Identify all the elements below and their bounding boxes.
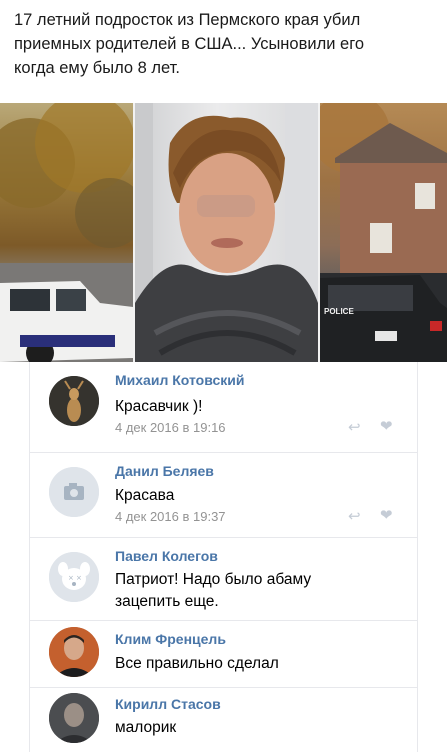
photo-portrait[interactable] [135, 103, 318, 362]
comment-text: Красава [115, 487, 175, 504]
man-photo-dark-avatar[interactable] [49, 693, 99, 743]
comment: Данил Беляев Красава 4 дек 2016 в 19:37 … [30, 453, 417, 537]
reply-icon[interactable]: ↩ [348, 418, 361, 436]
like-heart-icon[interactable]: ❤ [380, 417, 393, 435]
svg-text:×: × [76, 574, 82, 582]
comment-author[interactable]: Клим Френцель [115, 631, 226, 647]
dog-placeholder-icon[interactable]: × × [49, 552, 99, 602]
like-heart-icon[interactable]: ❤ [380, 506, 393, 524]
comment-text: малорик [115, 719, 177, 736]
camera-placeholder-icon[interactable] [49, 467, 99, 517]
post-text: 17 летний подросток из Пермского края уб… [14, 11, 365, 77]
comment: Клим Френцель Все правильно сделал [30, 621, 417, 687]
photo-police-truck[interactable] [0, 103, 133, 362]
comment-date[interactable]: 4 дек 2016 в 19:16 [115, 420, 226, 435]
photo-collage: POLICE [0, 103, 447, 362]
photo-police-car[interactable]: POLICE [320, 103, 447, 362]
comment-author[interactable]: Кирилл Стасов [115, 696, 221, 712]
man-photo-avatar[interactable] [49, 627, 99, 677]
reply-icon[interactable]: ↩ [348, 507, 361, 525]
comment-text: Все правильно сделал [115, 655, 279, 672]
comment: Кирилл Стасов малорик [30, 688, 417, 752]
comment: × × Павел Колегов Патриот! Надо было аба… [30, 538, 417, 622]
comment-author[interactable]: Данил Беляев [115, 463, 214, 479]
comment-date[interactable]: 4 дек 2016 в 19:37 [115, 509, 226, 524]
comment-author[interactable]: Михаил Котовский [115, 372, 244, 388]
comments-list: Михаил Котовский Красавчик )! 4 дек 2016… [29, 362, 418, 752]
deer-avatar-icon[interactable] [49, 376, 99, 426]
police-label: POLICE [324, 307, 354, 316]
comment-author[interactable]: Павел Колегов [115, 548, 218, 564]
comment-text: Патриот! Надо было абаму зацепить еще. [115, 571, 312, 610]
comment-text: Красавчик )! [115, 398, 203, 415]
svg-text:×: × [68, 574, 74, 582]
comment: Михаил Котовский Красавчик )! 4 дек 2016… [30, 362, 417, 452]
